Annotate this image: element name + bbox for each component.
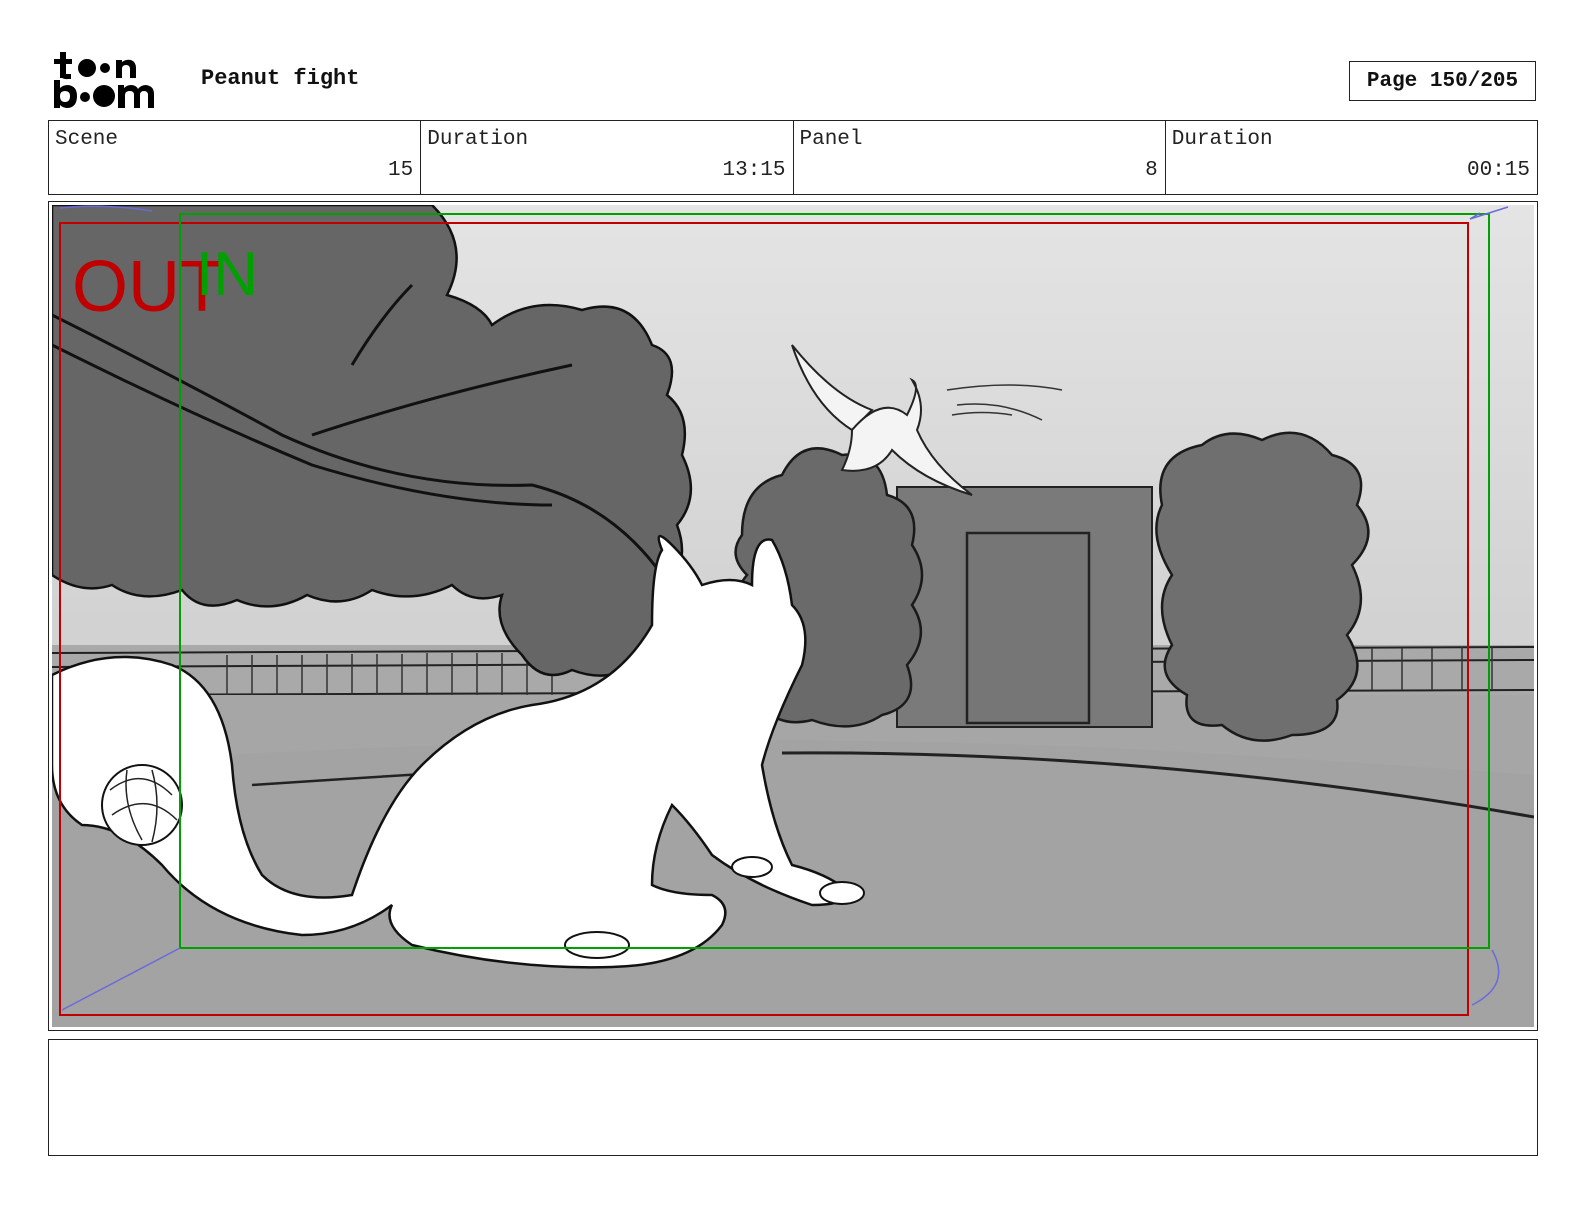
- panel-duration-value: 00:15: [1466, 159, 1530, 182]
- scene-info-table: Scene 15 Duration 13:15 Panel 8 Duration…: [48, 120, 1538, 195]
- page-number: Page 150/205: [1349, 61, 1536, 101]
- scene-cell: Scene 15: [49, 121, 422, 194]
- toonboom-logo: [52, 52, 164, 112]
- in-label: IN: [196, 240, 258, 309]
- panel-notes: [48, 1039, 1538, 1156]
- storyboard-drawing: OUT IN: [52, 205, 1534, 1027]
- panel-value: 8: [1145, 159, 1158, 182]
- panel-duration-cell: Duration 00:15: [1166, 121, 1537, 194]
- panel-cell: Panel 8: [794, 121, 1166, 194]
- panel-label: Panel: [799, 128, 863, 151]
- scene-value: 15: [388, 159, 414, 182]
- project-title: Peanut fight: [201, 66, 360, 91]
- scene-duration-label: Duration: [427, 128, 529, 151]
- panel-duration-label: Duration: [1171, 128, 1273, 151]
- scene-duration-value: 13:15: [722, 159, 786, 182]
- scene-label: Scene: [55, 128, 119, 151]
- scene-duration-cell: Duration 13:15: [421, 121, 794, 194]
